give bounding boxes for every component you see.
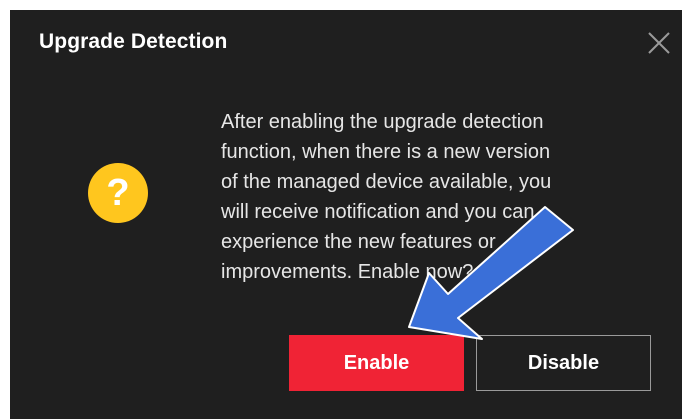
dialog-message: After enabling the upgrade detection fun… [221, 107, 641, 287]
disable-button[interactable]: Disable [476, 335, 651, 391]
message-line: improvements. Enable now? [221, 261, 474, 283]
enable-button[interactable]: Enable [289, 335, 464, 391]
message-line: experience the new features or [221, 231, 496, 253]
upgrade-detection-dialog: Upgrade Detection ? After enabling the u… [10, 10, 682, 419]
message-line: of the managed device available, you [221, 171, 552, 193]
message-line: function, when there is a new version [221, 141, 551, 163]
dialog-title: Upgrade Detection [39, 30, 228, 53]
close-icon[interactable] [646, 30, 672, 56]
question-icon: ? [88, 163, 148, 223]
question-glyph: ? [106, 172, 130, 214]
message-line: After enabling the upgrade detection [221, 111, 544, 133]
message-line: will receive notification and you can [221, 201, 535, 223]
